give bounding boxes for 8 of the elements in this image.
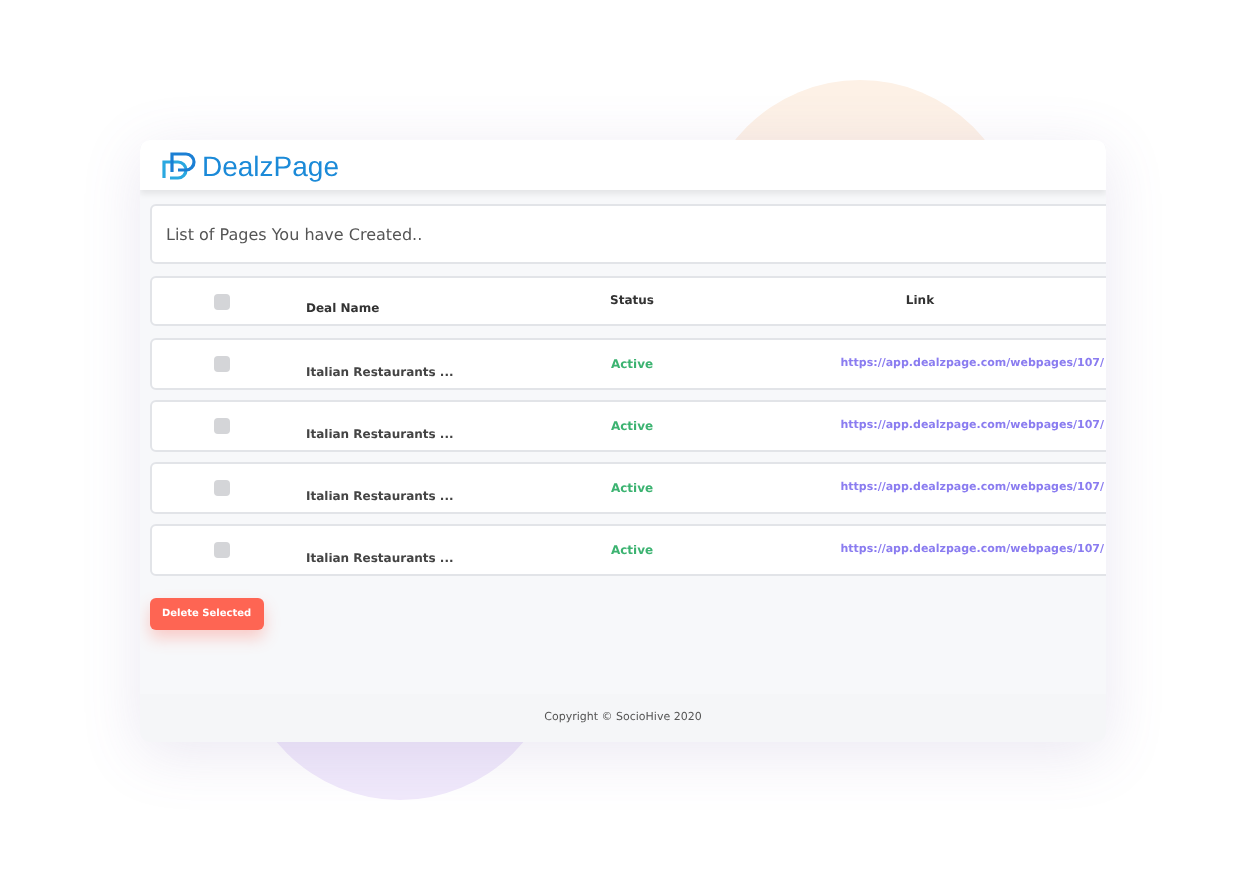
checkbox[interactable] bbox=[214, 480, 230, 496]
checkbox[interactable] bbox=[214, 356, 230, 372]
checkbox[interactable] bbox=[214, 418, 230, 434]
checkbox[interactable] bbox=[214, 293, 230, 309]
logo-icon bbox=[160, 149, 200, 181]
panel-title: List of Pages You have Created.. bbox=[150, 204, 1106, 264]
checkbox[interactable] bbox=[214, 542, 230, 558]
brand-name: DealzPage bbox=[202, 149, 339, 181]
